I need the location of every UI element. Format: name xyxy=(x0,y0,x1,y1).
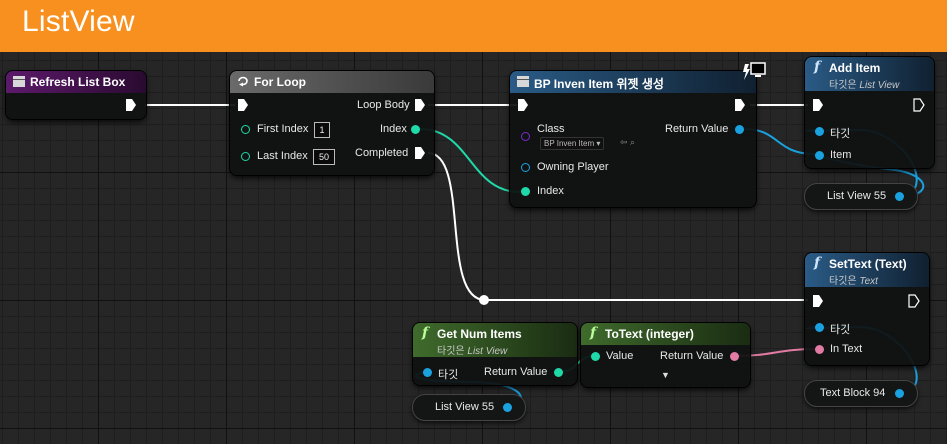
target-pin[interactable] xyxy=(815,127,824,136)
blueprint-title: ListView xyxy=(22,5,135,38)
value-in-pin[interactable] xyxy=(591,352,600,361)
last-index-label: Last Index xyxy=(257,150,308,162)
in-text-label: In Text xyxy=(830,343,863,355)
variable-out-pin[interactable] xyxy=(503,403,512,412)
index-out-pin[interactable] xyxy=(411,125,420,134)
node-header: BP Inven Item 위젯 생성 xyxy=(510,71,756,93)
node-header: f ToText (integer) xyxy=(581,323,750,345)
node-title: Get Num Items xyxy=(437,327,522,341)
node-title: Add Item xyxy=(829,61,881,75)
target-label: 타깃 xyxy=(438,369,459,381)
exec-out-pin[interactable] xyxy=(125,98,137,112)
node-create-widget[interactable]: BP Inven Item 위젯 생성 Class BP Inven Item … xyxy=(510,62,766,207)
node-header: f Add Item 타깃은 List View xyxy=(805,57,934,91)
target-label: 타깃 xyxy=(830,128,851,140)
index-in-pin[interactable] xyxy=(521,187,530,196)
class-dropdown[interactable]: BP Inven Item ▾ xyxy=(540,137,605,150)
return-value-pin[interactable] xyxy=(554,368,563,377)
variable-label: Text Block 94 xyxy=(820,387,886,399)
item-pin[interactable] xyxy=(815,151,824,160)
variable-label: List View 55 xyxy=(827,190,887,202)
exec-out-pin[interactable] xyxy=(734,98,746,112)
node-title: For Loop xyxy=(254,75,306,89)
exec-in-pin[interactable] xyxy=(517,98,529,112)
last-index-input[interactable]: 50 xyxy=(313,149,335,165)
browse-icon[interactable]: ⇦ ⌕ xyxy=(620,137,635,148)
loop-icon xyxy=(238,76,248,87)
expand-arrow-icon[interactable]: ▼ xyxy=(661,370,670,380)
return-value-pin[interactable] xyxy=(730,352,739,361)
exec-in-pin[interactable] xyxy=(812,98,824,112)
node-add-item[interactable]: f Add Item 타깃은 List View 타깃 Item xyxy=(805,57,934,168)
class-label: Class xyxy=(537,123,565,135)
node-subtitle: 타깃은 List View xyxy=(829,80,900,91)
target-pin[interactable] xyxy=(423,368,432,377)
return-value-label: Return Value xyxy=(665,123,729,135)
node-get-num-items[interactable]: f Get Num Items 타깃은 List View 타깃 Return … xyxy=(413,323,577,385)
reroute-knot xyxy=(479,295,489,305)
item-label: Item xyxy=(830,149,852,161)
return-value-label: Return Value xyxy=(660,350,724,362)
function-icon: f xyxy=(814,59,821,75)
node-header: f SetText (Text) 타깃은 Text xyxy=(805,253,929,287)
variable-text-block[interactable]: Text Block 94 xyxy=(804,380,918,407)
first-index-input[interactable]: 1 xyxy=(314,122,330,138)
loop-body-label: Loop Body xyxy=(357,99,410,111)
node-for-loop[interactable]: For Loop First Index 1 Last Index 50 Loo… xyxy=(230,71,434,175)
node-title: Refresh List Box xyxy=(30,75,126,89)
owning-player-label: Owning Player xyxy=(537,161,609,173)
index-label: Index xyxy=(380,123,407,135)
node-refresh-list-box[interactable]: Refresh List Box xyxy=(6,71,146,119)
function-icon: f xyxy=(590,325,597,341)
function-icon: f xyxy=(814,255,821,271)
completed-label: Completed xyxy=(355,147,409,159)
node-title: BP Inven Item 위젯 생성 xyxy=(534,77,664,91)
node-title: ToText (integer) xyxy=(605,327,694,341)
variable-out-pin[interactable] xyxy=(895,389,904,398)
return-value-label: Return Value xyxy=(484,366,548,378)
first-index-label: First Index xyxy=(257,123,309,135)
function-icon xyxy=(517,76,529,87)
target-pin[interactable] xyxy=(815,323,824,332)
function-icon: f xyxy=(422,325,429,341)
in-text-pin[interactable] xyxy=(815,345,824,354)
graph-canvas[interactable]: Refresh List Box For Loop First Index 1 … xyxy=(0,52,947,444)
node-set-text[interactable]: f SetText (Text) 타깃은 Text 타깃 In Text xyxy=(805,253,929,365)
monitor-icon xyxy=(743,62,766,80)
loop-body-exec-pin[interactable] xyxy=(414,98,426,112)
node-header: f Get Num Items 타깃은 List View xyxy=(413,323,577,357)
int-wire-index xyxy=(419,128,521,193)
variable-list-view-a[interactable]: List View 55 xyxy=(804,183,918,210)
value-label: Value xyxy=(606,350,634,362)
variable-label: List View 55 xyxy=(435,401,495,413)
exec-in-pin[interactable] xyxy=(237,98,249,112)
last-index-pin[interactable] xyxy=(241,152,250,161)
node-to-text-integer[interactable]: f ToText (integer) Value Return Value ▼ xyxy=(581,323,750,387)
node-header: For Loop xyxy=(230,71,434,93)
class-dropdown-value: BP Inven Item xyxy=(544,139,595,148)
exec-out-pin[interactable] xyxy=(913,98,925,112)
exec-out-pin[interactable] xyxy=(908,294,920,308)
exec-in-pin[interactable] xyxy=(812,294,824,308)
title-bar: ListView xyxy=(0,0,947,52)
return-value-pin[interactable] xyxy=(735,125,744,134)
variable-out-pin[interactable] xyxy=(895,192,904,201)
function-entry-icon xyxy=(13,76,25,87)
node-subtitle: 타깃은 Text xyxy=(829,276,878,287)
node-title: SetText (Text) xyxy=(829,257,907,271)
variable-list-view-b[interactable]: List View 55 xyxy=(412,394,526,421)
class-pin[interactable] xyxy=(521,132,530,141)
completed-exec-pin[interactable] xyxy=(414,146,426,160)
owning-player-pin[interactable] xyxy=(521,163,530,172)
index-label: Index xyxy=(537,185,564,197)
node-subtitle: 타깃은 List View xyxy=(437,346,508,357)
node-header: Refresh List Box xyxy=(6,71,146,93)
first-index-pin[interactable] xyxy=(241,125,250,134)
target-label: 타깃 xyxy=(830,324,851,336)
